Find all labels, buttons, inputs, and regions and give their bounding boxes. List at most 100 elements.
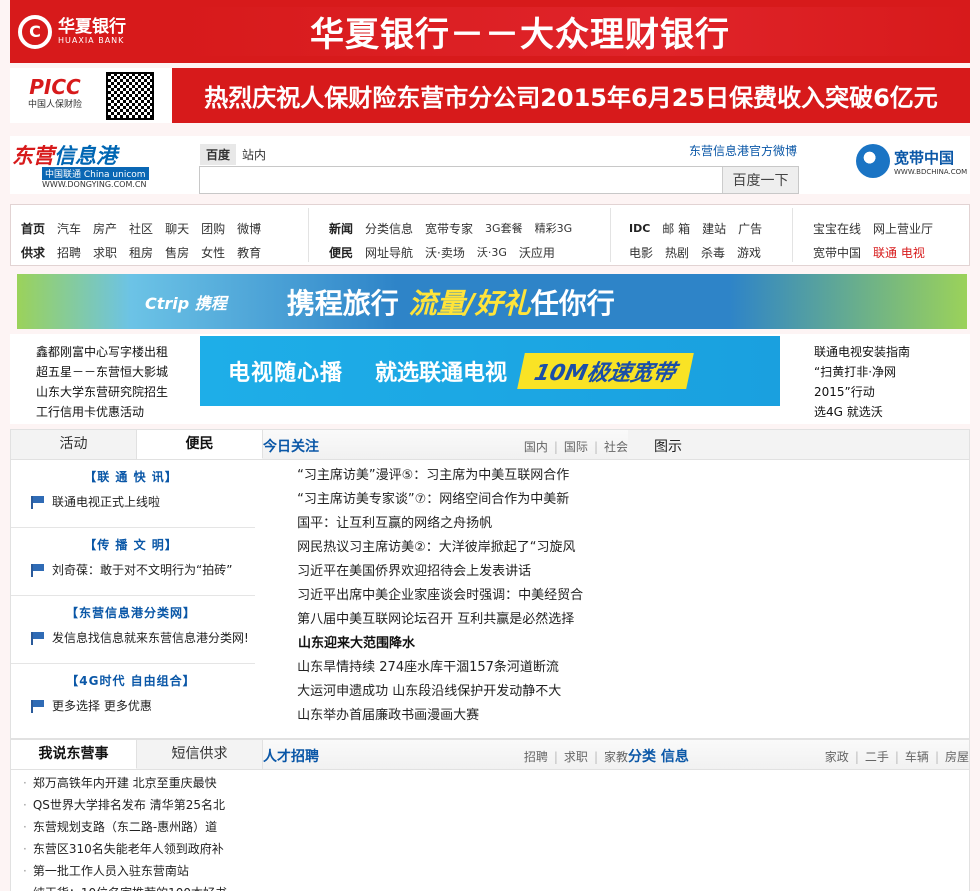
jobs-link-recruit[interactable]: 招聘 [524, 750, 548, 764]
today-link-intl[interactable]: 国际 [564, 440, 588, 454]
nav-home[interactable]: 首页 [21, 220, 45, 237]
nav-wo-3g[interactable]: 沃·3G [477, 244, 507, 260]
nav-antivirus[interactable]: 杀毒 [701, 244, 725, 261]
list-item[interactable]: 东营规划支路（东二路-惠州路）道 [23, 816, 263, 838]
news-item[interactable]: 第八届中美互联网论坛召开 互利共赢是必然选择 [297, 608, 628, 632]
list-item[interactable]: 第一批工作人员入驻东营南站 [23, 860, 263, 882]
info-block: 【联 通 快 讯】 联通电视正式上线啦 [11, 460, 255, 528]
tab-activity[interactable]: 活动 [11, 430, 137, 459]
news-item[interactable]: “习主席访美专家谈”⑦：网络空间合作为中美新 [297, 488, 628, 512]
news-item[interactable]: 山东举办首届廉政书画漫画大赛 [297, 704, 628, 728]
nav-sale[interactable]: 售房 [165, 244, 189, 261]
jobs-link-seek[interactable]: 求职 [564, 750, 588, 764]
jobs-link-tutor[interactable]: 家教 [604, 750, 628, 764]
main-nav: 首页 汽车 房产 社区 聊天 团购 微博 供求 招聘 求职 租房 售房 女性 教… [10, 204, 970, 266]
search-input[interactable]: 百度一下 [199, 166, 799, 194]
nav-unicom-tv[interactable]: 联通 电视 [873, 244, 925, 261]
nav-house[interactable]: 房产 [93, 220, 117, 237]
weibo-link[interactable]: 东营信息港官方微博 [689, 142, 797, 159]
nav-convenience[interactable]: 便民 [329, 244, 353, 261]
block-item[interactable]: 更多选择 更多优惠 [52, 697, 152, 714]
nav-games[interactable]: 游戏 [737, 244, 761, 261]
nav-wo-store[interactable]: 沃·卖场 [425, 244, 465, 261]
tab-say-dongying[interactable]: 我说东营事 [11, 740, 137, 769]
nav-broadband[interactable]: 宽带专家 [425, 220, 473, 237]
nav-baby[interactable]: 宝宝在线 [813, 220, 861, 237]
picc-banner[interactable]: PICC 中国人保财险 热烈庆祝人保财险东营市分公司2015年6月25日保费收入… [10, 68, 970, 123]
nav-drama[interactable]: 热剧 [665, 244, 689, 261]
nav-idc[interactable]: IDC [629, 222, 650, 235]
unicom-tv-banner[interactable]: 电视随心播 就选联通电视 10M极速宽带 [200, 336, 780, 406]
nav-education[interactable]: 教育 [237, 244, 261, 261]
news-item[interactable]: “习主席访美”漫评⑤：习主席为中美互联网合作 [297, 464, 628, 488]
ad-link[interactable]: 山东大学东营研究院招生 [36, 382, 168, 402]
info-block: 【传 播 文 明】 刘奇葆：敢于对不文明行为“拍砖” [11, 528, 255, 596]
nav-news[interactable]: 新闻 [329, 220, 353, 237]
block-item[interactable]: 刘奇葆：敢于对不文明行为“拍砖” [52, 561, 232, 578]
nav-recruit[interactable]: 招聘 [57, 244, 81, 261]
today-link-society[interactable]: 社会 [604, 440, 628, 454]
list-item[interactable]: 纯干货：10位名家推荐的100本好书 [23, 882, 263, 891]
tab-convenience[interactable]: 便民 [137, 430, 263, 459]
nav-sitenav[interactable]: 网址导航 [365, 244, 413, 261]
block-title[interactable]: 【4G时代 自由组合】 [31, 672, 255, 689]
nav-classified[interactable]: 分类信息 [365, 220, 413, 237]
tab-sms-supply[interactable]: 短信供求 [137, 740, 263, 769]
nav-women[interactable]: 女性 [201, 244, 225, 261]
nav-wo-apps[interactable]: 沃应用 [519, 244, 555, 261]
block-title[interactable]: 【传 播 文 明】 [31, 536, 255, 553]
list-item[interactable]: 郑万高铁年内开建 北京至重庆最快 [23, 772, 263, 794]
ad-link[interactable]: 超五星－－东营恒大影城 [36, 362, 168, 382]
ad-link[interactable]: “扫黄打非·净网 [814, 362, 934, 382]
today-link-domestic[interactable]: 国内 [524, 440, 548, 454]
nav-rent[interactable]: 租房 [129, 244, 153, 261]
ad-link[interactable]: 鑫都刚富中心写字楼出租 [36, 342, 168, 362]
list-item[interactable]: QS世界大学排名发布 清华第25名北 [23, 794, 263, 816]
nav-site-build[interactable]: 建站 [702, 220, 726, 237]
news-item[interactable]: 山东旱情持续 274座水库干涸157条河道断流 [297, 656, 628, 680]
nav-car[interactable]: 汽车 [57, 220, 81, 237]
ad-link[interactable]: 选4G 就选沃 [814, 402, 934, 422]
nav-groupbuy[interactable]: 团购 [201, 220, 225, 237]
nav-3g-wonder[interactable]: 精彩3G [535, 220, 573, 236]
ad-link[interactable]: 联通电视安装指南 [814, 342, 934, 362]
news-item-headline[interactable]: 山东迎来大范围降水 [297, 632, 628, 656]
news-item[interactable]: 大运河申遗成功 山东段沿线保护开发动静不大 [297, 680, 628, 704]
ad-link[interactable]: 2015”行动 [814, 382, 934, 402]
bdchina-url: WWW.BDCHINA.COM [894, 167, 968, 176]
nav-3g-plan[interactable]: 3G套餐 [485, 220, 523, 236]
nav-weibo[interactable]: 微博 [237, 220, 261, 237]
news-item[interactable]: 网民热议习主席访美②：大洋彼岸掀起了“习旋风 [297, 536, 628, 560]
block-item[interactable]: 联通电视正式上线啦 [52, 493, 160, 510]
block-title[interactable]: 【联 通 快 讯】 [31, 468, 255, 485]
block-title[interactable]: 【东营信息港分类网】 [31, 604, 255, 621]
bdchina-logo[interactable]: 宽带中国 WWW.BDCHINA.COM [856, 144, 967, 178]
classified-link-secondhand[interactable]: 二手 [865, 750, 889, 764]
ad-links-right: 联通电视安装指南 “扫黄打非·净网 2015”行动 选4G 就选沃 [814, 342, 934, 422]
site-logo[interactable]: 东营信息港 中国联通 China unicom WWW.DONGYING.COM… [10, 140, 158, 190]
nav-ads[interactable]: 广告 [738, 220, 762, 237]
nav-jobseek[interactable]: 求职 [93, 244, 117, 261]
nav-movie[interactable]: 电影 [629, 244, 653, 261]
nav-online-hall[interactable]: 网上营业厅 [873, 220, 933, 237]
nav-bdchina[interactable]: 宽带中国 [813, 244, 861, 261]
ctrip-banner[interactable]: Ctrip 携程 携程旅行 流量/好礼任你行 [17, 274, 967, 329]
news-item[interactable]: 国平：让互利互赢的网络之舟扬帆 [297, 512, 628, 536]
block-item[interactable]: 发信息找信息就来东营信息港分类网! [52, 629, 249, 646]
nav-chat[interactable]: 聊天 [165, 220, 189, 237]
classified-link-housing[interactable]: 房屋 [945, 750, 969, 764]
news-item[interactable]: 习近平在美国侨界欢迎招待会上发表讲话 [297, 560, 628, 584]
search-tab-baidu[interactable]: 百度 [200, 144, 237, 165]
nav-community[interactable]: 社区 [129, 220, 153, 237]
list-item[interactable]: 东营区310名失能老年人领到政府补 [23, 838, 263, 860]
broadband-badge: 10M极速宽带 [517, 353, 694, 389]
classified-link-vehicle[interactable]: 车辆 [905, 750, 929, 764]
news-item[interactable]: 习近平出席中美企业家座谈会时强调：中美经贸合 [297, 584, 628, 608]
ad-link[interactable]: 工行信用卡优惠活动 [36, 402, 168, 422]
search-tab-site[interactable]: 站内 [236, 144, 272, 165]
nav-mail[interactable]: 邮 箱 [662, 220, 690, 237]
search-button[interactable]: 百度一下 [722, 167, 798, 193]
huaxia-bank-banner[interactable]: C 华夏银行 HUAXIA BANK 华夏银行－－大众理财银行 [10, 0, 970, 63]
nav-supply[interactable]: 供求 [21, 244, 45, 261]
classified-link-housekeeping[interactable]: 家政 [825, 750, 849, 764]
